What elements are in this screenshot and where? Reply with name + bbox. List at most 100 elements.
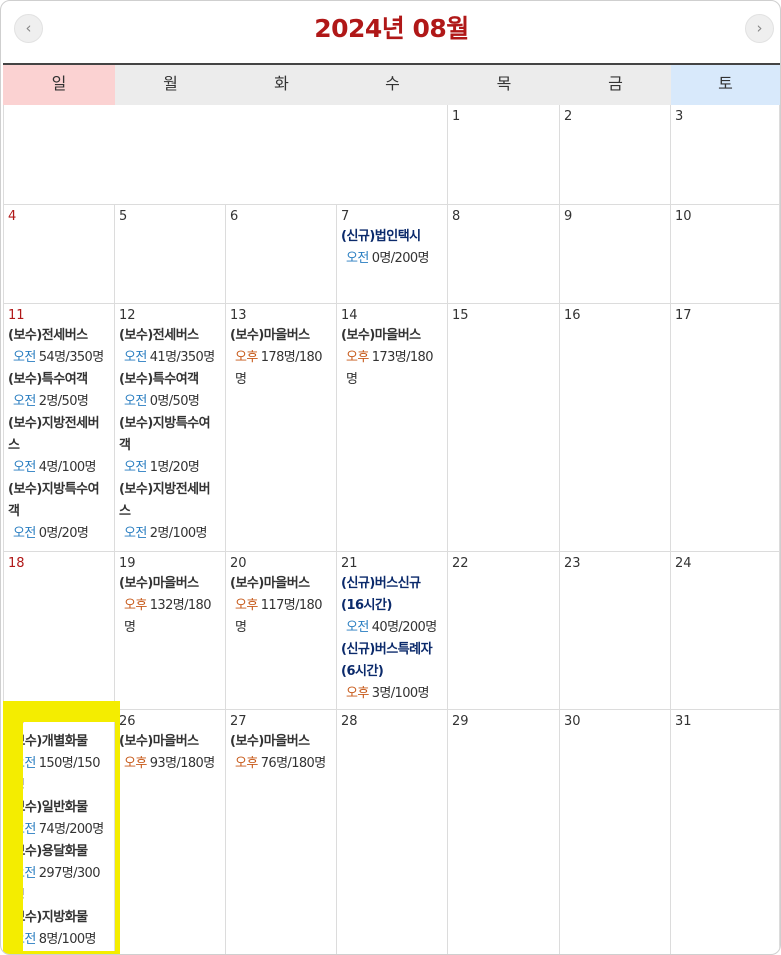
day-number: 30 (564, 714, 581, 729)
course-title-link[interactable]: (보수)특수여객 (119, 369, 221, 391)
day-number: 13 (230, 308, 247, 323)
course-title-link[interactable]: (보수)마을버스 (230, 325, 332, 347)
day-number: 21 (341, 556, 358, 571)
course-title-link[interactable]: (신규)버스특례자(6시간) (341, 639, 443, 683)
course-title-link[interactable]: (보수)전세버스 (119, 325, 221, 347)
day-cell[interactable]: 31 (671, 710, 780, 954)
day-cell[interactable]: 20 (보수)마을버스 오후 117명/180명 (226, 552, 337, 710)
course-title-link[interactable]: (보수)용달화물 (8, 841, 110, 863)
course-title-link[interactable]: (신규)법인택시 (341, 226, 443, 248)
period-label: 오전 (13, 756, 36, 771)
day-cell[interactable]: 15 (448, 304, 560, 552)
calendar-frame: ‹ 2024년 08월 › 일 월 화 수 목 금 토 1 2 3 4 5 6 7 (신규)법… (0, 0, 781, 955)
day-cell[interactable]: 28 (337, 710, 448, 954)
course-enrollment: 오후 117명/180명 (230, 595, 332, 639)
period-label: 오전 (13, 350, 36, 365)
day-cell[interactable]: 13 (보수)마을버스 오후 178명/180명 (226, 304, 337, 552)
course-title-link[interactable]: (보수)마을버스 (119, 573, 221, 595)
enrollment-count: 54명/350명 (38, 350, 104, 365)
period-label: 오후 (235, 756, 258, 771)
day-cell[interactable]: 8 (448, 205, 560, 304)
day-number: 19 (119, 556, 136, 571)
day-number: 11 (8, 308, 25, 323)
day-cell[interactable]: 14 (보수)마을버스 오후 173명/180명 (337, 304, 448, 552)
day-number: 10 (675, 209, 692, 224)
course-title-link[interactable]: (보수)특수여객 (8, 369, 110, 391)
day-cell[interactable]: 12 (보수)전세버스 오전 41명/350명 (보수)특수여객 오전 0명/50명 (보수)… (115, 304, 226, 552)
period-label: 오전 (124, 394, 147, 409)
empty-day-cell (226, 105, 337, 205)
day-cell[interactable]: 25 (보수)개별화물 오전 150명/150명 (보수)일반화물 오전 74명/200명(… (3, 710, 115, 954)
course-title-link[interactable]: (보수)일반화물 (8, 797, 110, 819)
weekday-mon: 월 (115, 65, 226, 105)
course-title-link[interactable]: (보수)마을버스 (230, 731, 332, 753)
day-cell[interactable]: 21 (신규)버스신규(16시간) 오전 40명/200명 (신규)버스특례자(6시간)… (337, 552, 448, 710)
day-cell[interactable]: 2 (560, 105, 671, 205)
day-number: 16 (564, 308, 581, 323)
day-number: 20 (230, 556, 247, 571)
month-title: 2024년 08월 (314, 14, 469, 43)
day-cell[interactable]: 18 (3, 552, 115, 710)
course-title-link[interactable]: (보수)지방화물 (8, 907, 110, 929)
course-enrollment: 오전 1명/20명 (119, 457, 221, 479)
day-cell[interactable]: 11 (보수)전세버스 오전 54명/350명 (보수)특수여객 오전 2명/50명 (보수)… (3, 304, 115, 552)
period-label: 오전 (13, 932, 36, 947)
course-enrollment: 오전 150명/150명 (8, 753, 110, 797)
day-cell[interactable]: 19 (보수)마을버스 오후 132명/180명 (115, 552, 226, 710)
enrollment-count: 40명/200명 (371, 620, 437, 635)
weekday-thu: 목 (448, 65, 560, 105)
day-cell[interactable]: 3 (671, 105, 780, 205)
course-enrollment: 오전 74명/200명 (8, 819, 110, 841)
day-number: 1 (452, 109, 461, 124)
course-title-link[interactable]: (보수)마을버스 (341, 325, 443, 347)
course-enrollment: 오전 4명/100명 (8, 457, 110, 479)
day-cell[interactable]: 26 (보수)마을버스 오후 93명/180명 (115, 710, 226, 954)
day-cell[interactable]: 7 (신규)법인택시 오전 0명/200명 (337, 205, 448, 304)
course-title-link[interactable]: (보수)지방특수여객 (119, 413, 221, 457)
course-title-link[interactable]: (보수)마을버스 (119, 731, 221, 753)
day-number: 9 (564, 209, 573, 224)
day-number: 18 (8, 556, 25, 571)
course-title-link[interactable]: (보수)전세버스 (8, 325, 110, 347)
enrollment-count: 76명/180명 (260, 756, 326, 771)
day-cell[interactable]: 30 (560, 710, 671, 954)
period-label: 오후 (124, 598, 147, 613)
course-enrollment: 오후 93명/180명 (119, 753, 221, 775)
day-cell[interactable]: 24 (671, 552, 780, 710)
day-cell[interactable]: 9 (560, 205, 671, 304)
day-cell[interactable]: 22 (448, 552, 560, 710)
day-cell[interactable]: 23 (560, 552, 671, 710)
course-title-link[interactable]: (보수)지방전세버스 (119, 479, 221, 523)
day-number: 25 (8, 714, 25, 729)
day-cell[interactable]: 27 (보수)마을버스 오후 76명/180명 (226, 710, 337, 954)
day-cell[interactable]: 16 (560, 304, 671, 552)
course-title-link[interactable]: (보수)지방전세버스 (8, 413, 110, 457)
day-cell[interactable]: 17 (671, 304, 780, 552)
day-number: 22 (452, 556, 469, 571)
day-number: 17 (675, 308, 692, 323)
day-number: 24 (675, 556, 692, 571)
course-title-link[interactable]: (보수)개별화물 (8, 731, 110, 753)
enrollment-count: 4명/100명 (38, 460, 97, 475)
weekday-header: 일 월 화 수 목 금 토 (3, 63, 780, 105)
weekday-sat: 토 (671, 65, 780, 105)
course-title-link[interactable]: (신규)버스신규(16시간) (341, 573, 443, 617)
enrollment-count: 2명/50명 (38, 394, 89, 409)
enrollment-count: 0명/50명 (149, 394, 200, 409)
weekday-fri: 금 (560, 65, 671, 105)
day-cell[interactable]: 6 (226, 205, 337, 304)
day-cell[interactable]: 10 (671, 205, 780, 304)
next-month-button[interactable]: › (745, 14, 774, 43)
day-number: 8 (452, 209, 461, 224)
empty-day-cell (115, 105, 226, 205)
period-label: 오후 (235, 598, 258, 613)
day-cell[interactable]: 1 (448, 105, 560, 205)
day-cell[interactable]: 4 (3, 205, 115, 304)
day-cell[interactable]: 5 (115, 205, 226, 304)
day-cell[interactable]: 29 (448, 710, 560, 954)
course-title-link[interactable]: (보수)지방특수여객 (8, 479, 110, 523)
course-title-link[interactable]: (보수)마을버스 (230, 573, 332, 595)
course-enrollment: 오후 3명/100명 (341, 683, 443, 705)
enrollment-count: 0명/200명 (371, 251, 430, 266)
period-label: 오전 (124, 350, 147, 365)
